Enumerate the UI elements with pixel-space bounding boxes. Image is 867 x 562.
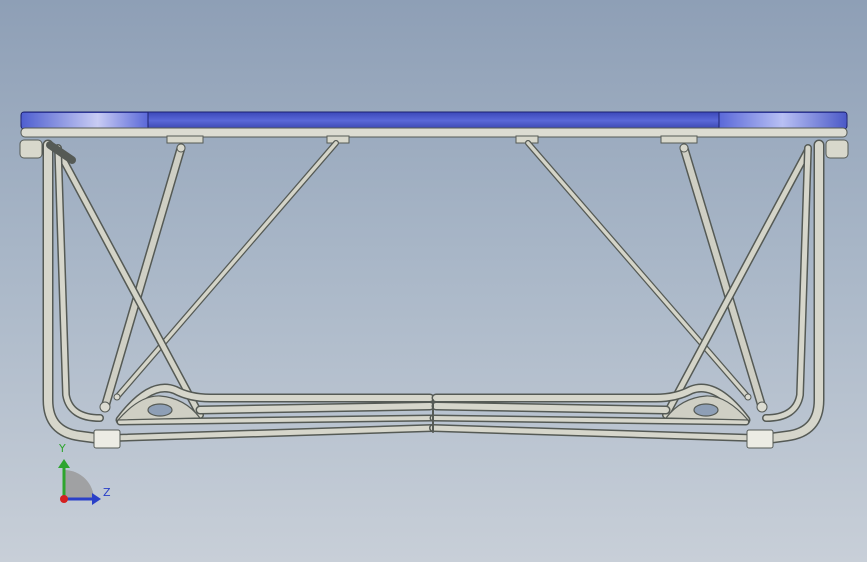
coordinate-triad [58,459,101,505]
x-axis-dot [60,495,68,503]
z-axis-arrowhead [92,493,101,505]
y-axis-arrowhead [58,459,70,468]
top-plate[interactable] [20,111,848,138]
triad-plane-indicator [64,470,94,500]
z-axis-label: Z [103,486,111,499]
3d-viewport[interactable]: Y Z [0,0,867,562]
model-render[interactable] [0,0,867,562]
mounting-clips [19,135,849,159]
y-axis-label: Y [59,442,66,455]
diagonal-struts[interactable] [54,140,812,419]
